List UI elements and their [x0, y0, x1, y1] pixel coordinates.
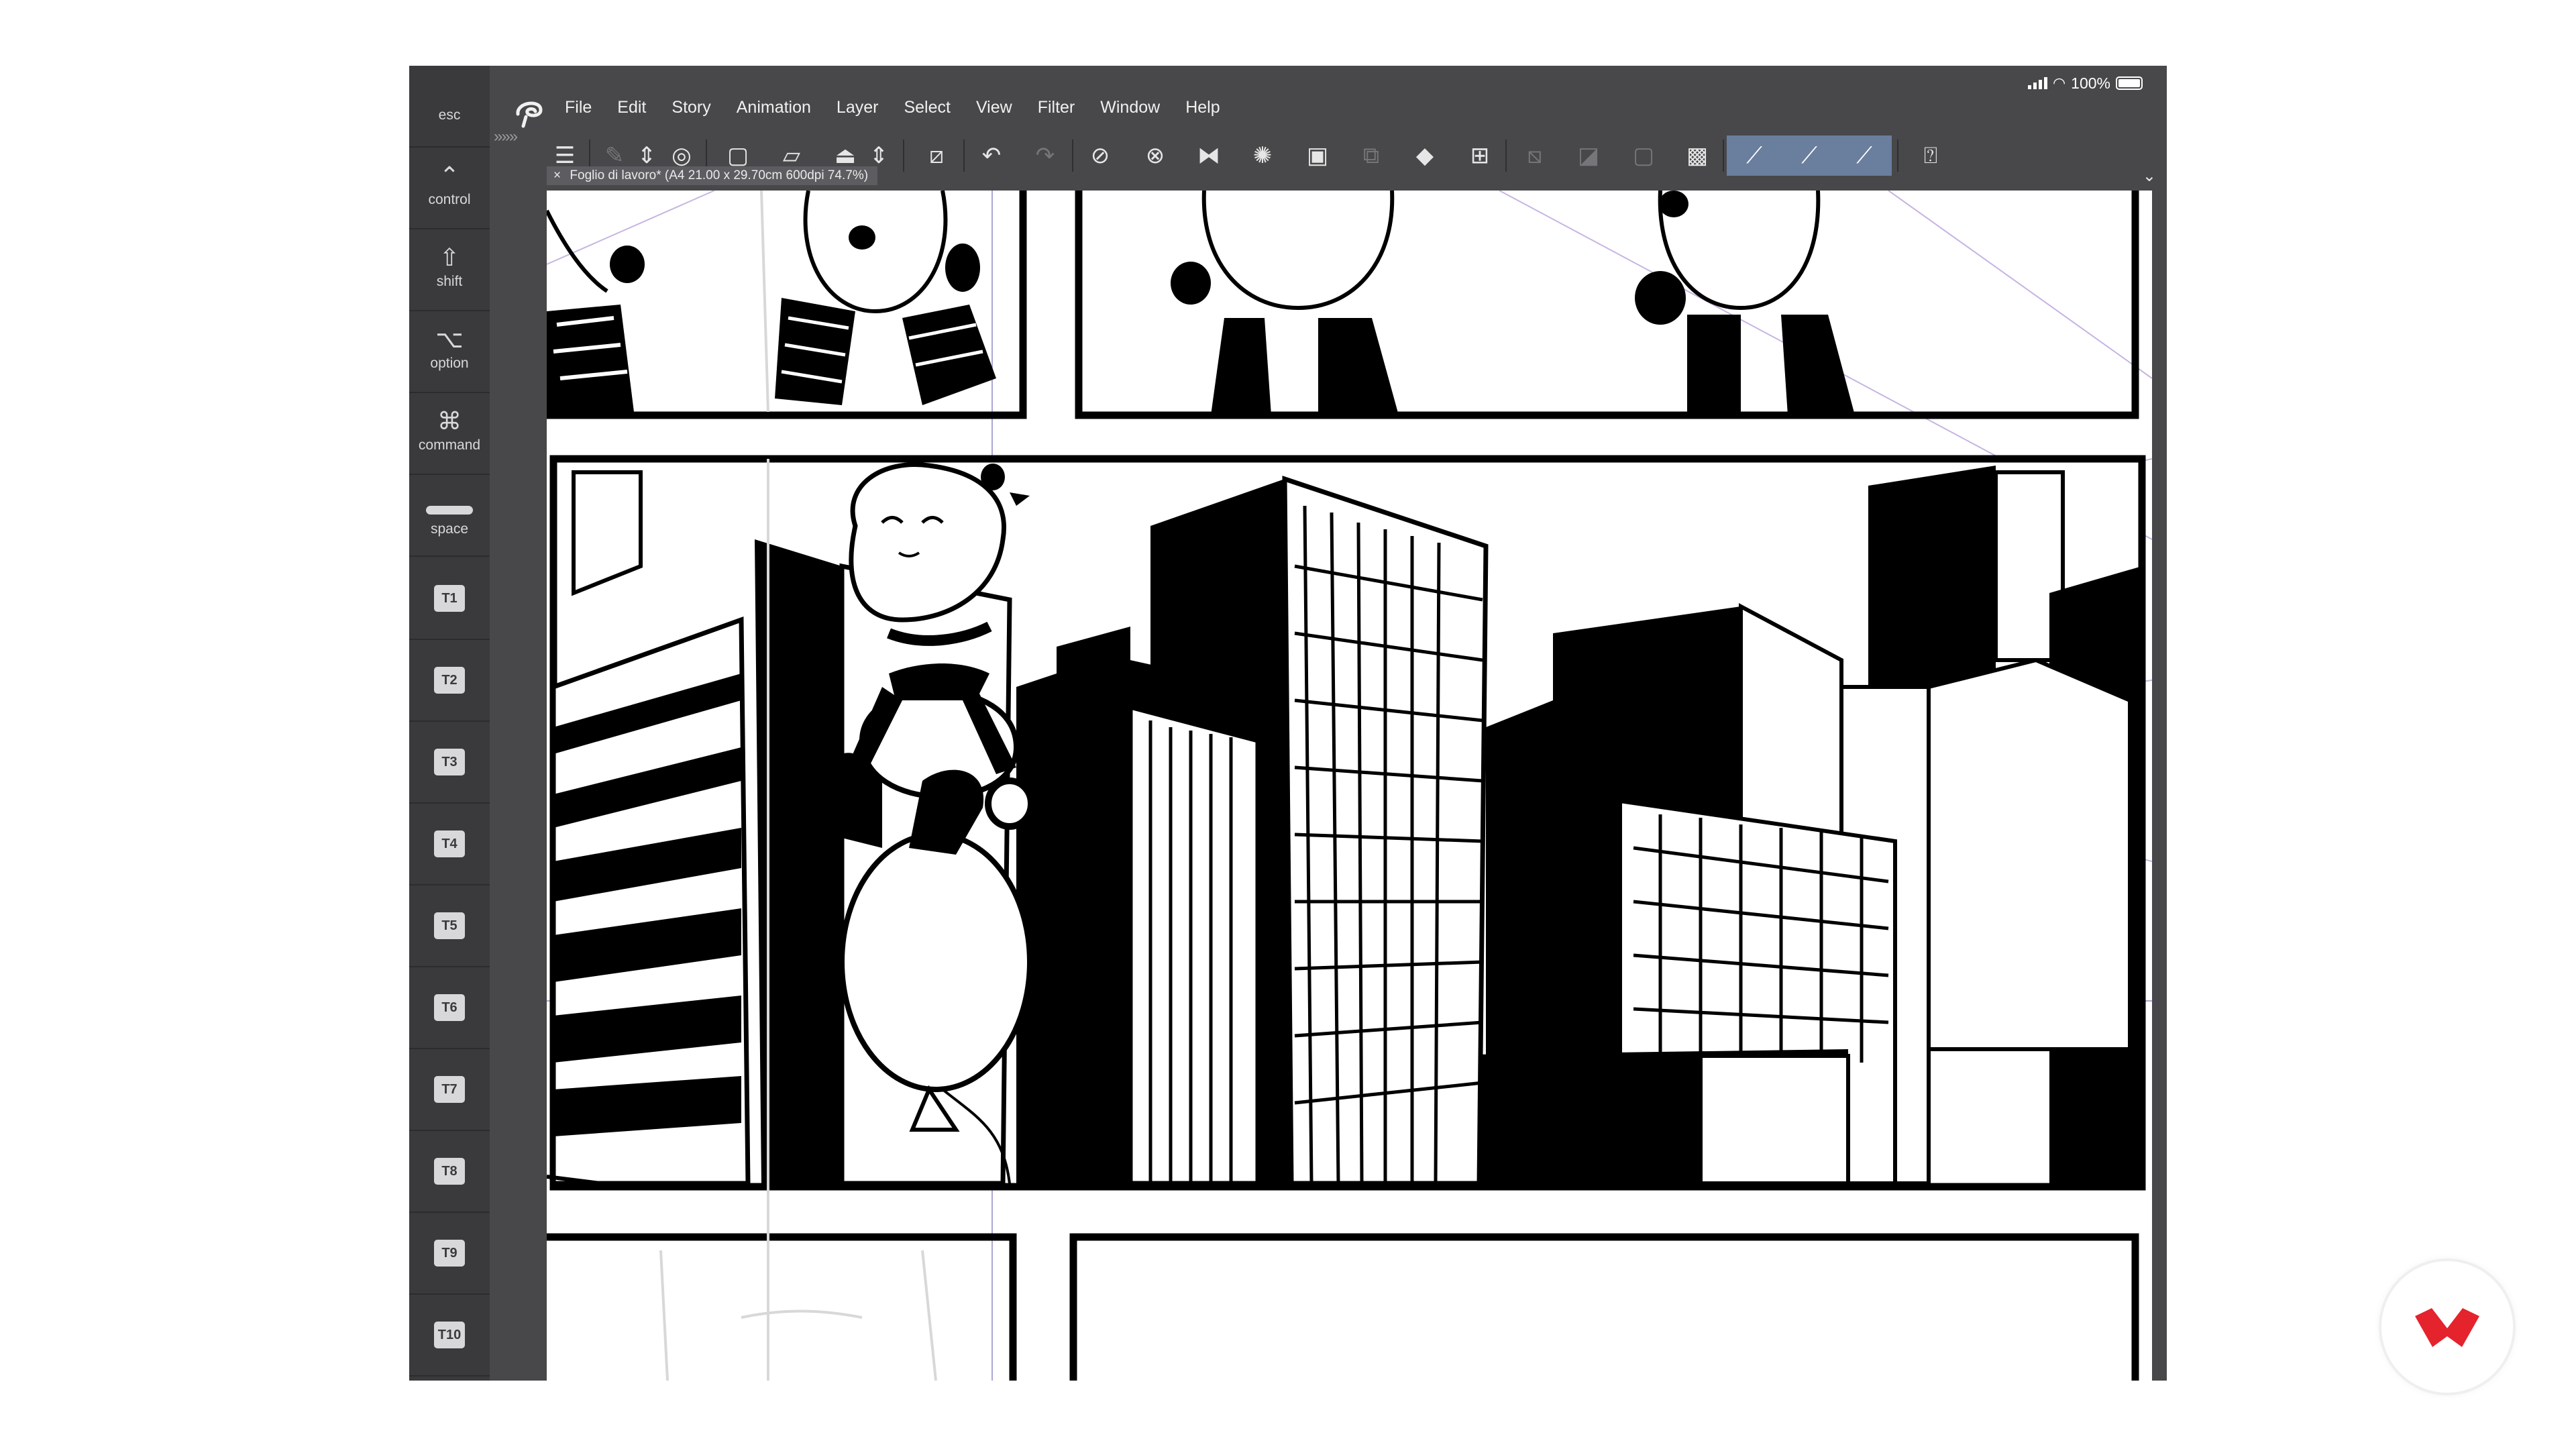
undo-icon[interactable]: ↶ [971, 136, 1012, 176]
menu-help[interactable]: Help [1185, 98, 1220, 117]
panel-bottom-left [547, 1233, 1017, 1381]
brand-logo-icon [2415, 1308, 2479, 1347]
tool-key-t2[interactable]: T2 [409, 640, 490, 722]
t7-label: T7 [434, 1076, 465, 1103]
command-icon: ⌘ [437, 407, 462, 435]
chevron-down-icon[interactable]: ⌄ [2143, 166, 2156, 186]
tool-key-t9[interactable]: T9 [409, 1213, 490, 1295]
t4-label: T4 [434, 830, 465, 857]
menu-view[interactable]: View [976, 98, 1012, 117]
toolbar-divider [963, 140, 965, 172]
menu-story[interactable]: Story [672, 98, 710, 117]
status-bar: ◠ 100% [2027, 70, 2143, 97]
toolbar-divider [1505, 140, 1507, 172]
t1-label: T1 [434, 585, 465, 612]
shift-label: shift [436, 274, 463, 289]
option-label: option [430, 356, 469, 371]
panel-top-left [547, 191, 1027, 419]
pen-snap-icon[interactable]: ⟋ [1837, 136, 1892, 176]
tool-key-t10[interactable]: T10 [409, 1295, 490, 1377]
tool-key-t4[interactable]: T4 [409, 804, 490, 885]
crop-icon[interactable]: ⊞ [1460, 136, 1500, 176]
menu-edit[interactable]: Edit [617, 98, 646, 117]
menu-file[interactable]: File [565, 98, 592, 117]
panel-bottom-right [1069, 1233, 2139, 1381]
toolbar-divider [1072, 140, 1073, 172]
menu-window[interactable]: Window [1100, 98, 1160, 117]
tool-key-t6[interactable]: T6 [409, 967, 490, 1049]
panel-middle-city [547, 455, 2146, 1191]
lasso-select-icon[interactable]: ⊘ [1080, 136, 1120, 176]
gradient-icon[interactable]: ◪ [1568, 136, 1609, 176]
hide-selection-icon[interactable]: ⧅ [1515, 136, 1555, 176]
command-label: command [418, 437, 481, 453]
fill-bucket-icon[interactable]: ◆ [1405, 136, 1445, 176]
control-icon: ⌃ [439, 162, 460, 189]
control-key[interactable]: ⌃ control [409, 148, 490, 229]
expand-chevrons-icon[interactable]: »»» [494, 127, 518, 146]
menu-filter[interactable]: Filter [1038, 98, 1075, 117]
selection-layer-icon[interactable]: ▣ [1297, 136, 1338, 176]
cellular-signal-icon [2027, 77, 2047, 89]
shift-key[interactable]: ⇧ shift [409, 229, 490, 311]
toolbar-divider [903, 140, 904, 172]
tool-key-t8[interactable]: T8 [409, 1131, 490, 1213]
t9-label: T9 [434, 1240, 465, 1267]
tool-key-t5[interactable]: T5 [409, 885, 490, 967]
clip-studio-logo-icon[interactable] [511, 94, 549, 131]
control-label: control [428, 192, 471, 207]
space-key[interactable]: space [409, 475, 490, 557]
command-key[interactable]: ⌘ command [409, 393, 490, 475]
toolbar-divider [1897, 140, 1898, 172]
modifier-key-panel: esc ⌃ control ⇧ shift ⌥ option ⌘ command… [409, 66, 490, 1381]
document-tab[interactable]: × Foglio di lavoro* (A4 21.00 x 29.70cm … [547, 166, 878, 185]
snap-icon[interactable]: ▩ [1677, 136, 1717, 176]
battery-percent: 100% [2071, 74, 2110, 92]
option-icon: ⌥ [435, 325, 464, 353]
transform-icon[interactable]: ⧄ [916, 136, 957, 176]
menu-layer[interactable]: Layer [837, 98, 879, 117]
esc-label: esc [438, 107, 461, 123]
comic-artwork [547, 191, 2152, 1381]
loading-spinner-icon[interactable]: ✺ [1242, 136, 1283, 176]
spacebar-icon [426, 506, 473, 515]
document-title: Foglio di lavoro* (A4 21.00 x 29.70cm 60… [570, 168, 869, 182]
brush-snap-icon[interactable]: ⟋ [1782, 136, 1837, 176]
brand-watermark [2381, 1261, 2513, 1393]
panel-top-right [1075, 191, 2139, 419]
ruler-snap-icon[interactable]: ⟋ [1727, 136, 1782, 176]
t10-label: T10 [434, 1322, 465, 1348]
menu-select[interactable]: Select [904, 98, 950, 117]
esc-key[interactable]: esc [409, 66, 490, 148]
menu-bar: File Edit Story Animation Layer Select V… [565, 98, 1246, 117]
battery-icon [2116, 76, 2143, 90]
flip-icon[interactable]: ⧓ [1189, 136, 1229, 176]
menu-animation[interactable]: Animation [737, 98, 811, 117]
tool-key-t7[interactable]: T7 [409, 1049, 490, 1131]
redo-icon[interactable]: ↷ [1025, 136, 1065, 176]
option-key[interactable]: ⌥ option [409, 311, 490, 393]
toolbar-divider [1723, 140, 1724, 172]
square-icon[interactable]: ▢ [1623, 136, 1664, 176]
deselect-icon[interactable]: ⊗ [1135, 136, 1175, 176]
duplicate-icon[interactable]: ⧉ [1351, 136, 1391, 176]
help-icon[interactable]: ⍰ [1911, 136, 1951, 176]
drawing-canvas[interactable] [547, 191, 2152, 1381]
tool-key-t1[interactable]: T1 [409, 558, 490, 640]
t8-label: T8 [434, 1158, 465, 1185]
t6-label: T6 [434, 994, 465, 1021]
t5-label: T5 [434, 912, 465, 939]
close-tab-icon[interactable]: × [553, 168, 561, 182]
t2-label: T2 [434, 667, 465, 694]
t3-label: T3 [434, 749, 465, 775]
space-label: space [430, 521, 469, 537]
clip-studio-window: ◠ 100% esc ⌃ control ⇧ shift ⌥ option ⌘ … [409, 66, 2167, 1381]
shift-icon: ⇧ [439, 244, 460, 271]
tool-key-t3[interactable]: T3 [409, 722, 490, 804]
wifi-icon: ◠ [2052, 74, 2066, 91]
